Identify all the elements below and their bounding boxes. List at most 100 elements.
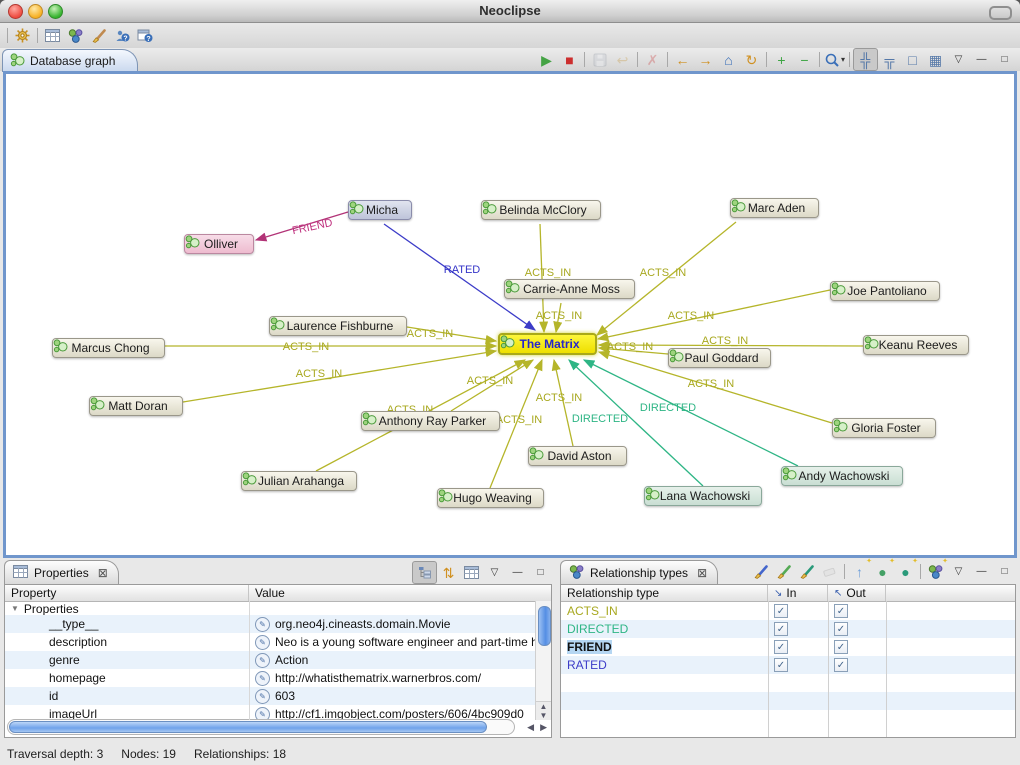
toolbar-toggle-pill[interactable]	[989, 6, 1012, 20]
toolbar-separator	[920, 564, 921, 579]
graph-node-belinda-mcclory[interactable]: Belinda McClory	[481, 200, 601, 220]
sort-icon[interactable]: ⇅	[437, 562, 460, 583]
expander-icon[interactable]: ▼	[11, 604, 19, 613]
checkbox-checked[interactable]: ✓	[774, 622, 788, 636]
checkbox-checked[interactable]: ✓	[834, 604, 848, 618]
maximize-icon[interactable]: □	[993, 49, 1016, 70]
minimize-icon[interactable]: —	[970, 49, 993, 70]
checkbox-checked[interactable]: ✓	[774, 604, 788, 618]
minimize-icon[interactable]: —	[970, 561, 993, 582]
view-menu-icon[interactable]: ▽	[483, 562, 506, 583]
checkbox-checked[interactable]: ✓	[834, 640, 848, 654]
view-menu-icon[interactable]: ▽	[947, 561, 970, 582]
highlight-start-nodes-icon[interactable]	[772, 561, 795, 582]
add-start-node-icon[interactable]: ●✦	[871, 561, 894, 582]
property-row-__type__[interactable]: __type__ ✎org.neo4j.cineasts.domain.Movi…	[5, 615, 551, 633]
stop-icon[interactable]: ■	[558, 49, 581, 70]
close-icon[interactable]: ⊠	[697, 566, 707, 580]
decorate-icon[interactable]	[87, 25, 110, 46]
graph-node-lana-wachowski[interactable]: Lana Wachowski	[644, 486, 762, 506]
minimize-icon[interactable]: —	[506, 562, 529, 583]
graph-node-micha[interactable]: Micha	[348, 200, 412, 220]
edge-label-acts_in: ACTS_IN	[283, 341, 330, 353]
relationship-types-view-icon[interactable]	[64, 25, 87, 46]
column-value[interactable]: Value	[249, 585, 551, 601]
properties-horizontal-scrollbar[interactable]	[7, 719, 515, 735]
zoom-out-icon[interactable]: −	[793, 49, 816, 70]
column-in[interactable]: ↘In	[768, 585, 828, 601]
graph-canvas[interactable]: ACTS_INACTS_INACTS_INACTS_INACTS_INACTS_…	[3, 71, 1017, 558]
graph-node-marcus-chong[interactable]: Marcus Chong	[52, 338, 165, 358]
properties-vertical-scrollbar[interactable]: ▲▼	[535, 601, 551, 720]
start-icon[interactable]: ▶	[535, 49, 558, 70]
graph-edge-rated[interactable]	[384, 224, 535, 330]
graph-node-david-aston[interactable]: David Aston	[528, 446, 627, 466]
column-property[interactable]: Property	[5, 585, 249, 601]
graph-node-marc-aden[interactable]: Marc Aden	[730, 198, 819, 218]
graph-node-laurence-fishburne[interactable]: Laurence Fishburne	[269, 316, 407, 336]
filter-table-icon[interactable]	[460, 562, 483, 583]
tab-relationship-types[interactable]: Relationship types ⊠	[560, 560, 718, 585]
view-menu-icon[interactable]: ▽	[947, 49, 970, 70]
checkbox-checked[interactable]: ✓	[774, 640, 788, 654]
graph-node-julian-arahanga[interactable]: Julian Arahanga	[241, 471, 357, 491]
spring-layout-icon[interactable]: ╬	[853, 48, 878, 71]
edge-label-directed: DIRECTED	[572, 413, 628, 425]
graph-node-matt-doran[interactable]: Matt Doran	[89, 396, 183, 416]
graph-node-keanu-reeves[interactable]: Keanu Reeves	[863, 335, 969, 355]
graph-node-hugo-weaving[interactable]: Hugo Weaving	[437, 488, 544, 508]
property-row-homepage[interactable]: homepage ✎http://whatisthematrix.warnerb…	[5, 669, 551, 687]
relationship-row-acts_in[interactable]: ACTS_IN ✓ ✓	[561, 602, 1015, 620]
column-out[interactable]: ↖Out	[828, 585, 886, 601]
checkbox-checked[interactable]: ✓	[834, 622, 848, 636]
graph-node-the-matrix[interactable]: The Matrix	[498, 333, 597, 355]
toolbar-separator	[844, 564, 845, 579]
tab-database-graph[interactable]: Database graph	[2, 49, 138, 72]
property-row-id[interactable]: id ✎603	[5, 687, 551, 705]
dynamic-help-icon[interactable]: ?	[133, 25, 156, 46]
zoom-in-icon[interactable]: +	[770, 49, 793, 70]
help-contents-icon[interactable]: ?	[110, 25, 133, 46]
add-end-node-icon[interactable]: ●✦	[894, 561, 917, 582]
node-label: Micha	[366, 203, 398, 217]
refresh-icon[interactable]: ↻	[740, 49, 763, 70]
relationship-row-directed[interactable]: DIRECTED ✓ ✓	[561, 620, 1015, 638]
main-toolbar: ??	[0, 23, 1020, 48]
checkbox-checked[interactable]: ✓	[834, 658, 848, 672]
column-relationship-type[interactable]: Relationship type	[561, 585, 768, 601]
graph-node-gloria-foster[interactable]: Gloria Foster	[832, 418, 936, 438]
back-icon[interactable]: ←	[671, 49, 694, 70]
home-icon[interactable]: ⌂	[717, 49, 740, 70]
highlight-end-nodes-icon[interactable]	[795, 561, 818, 582]
graph-node-anthony-ray-parker[interactable]: Anthony Ray Parker	[361, 411, 500, 431]
property-row-genre[interactable]: genre ✎Action	[5, 651, 551, 669]
property-row-description[interactable]: description ✎Neo is a young software eng…	[5, 633, 551, 651]
property-category-row[interactable]: ▼Properties	[5, 602, 551, 615]
empty-row	[561, 692, 1015, 710]
relationship-row-friend[interactable]: FRIEND ✓ ✓	[561, 638, 1015, 656]
close-icon[interactable]: ⊠	[98, 566, 108, 580]
relationship-row-rated[interactable]: RATED ✓ ✓	[561, 656, 1015, 674]
graph-node-olliver[interactable]: Olliver	[184, 234, 254, 254]
graph-node-andy-wachowski[interactable]: Andy Wachowski	[781, 466, 903, 486]
highlight-relationships-icon[interactable]	[749, 561, 772, 582]
properties-view-icon[interactable]	[41, 25, 64, 46]
graph-node-carrie-anne-moss[interactable]: Carrie-Anne Moss	[504, 279, 635, 299]
maximize-icon[interactable]: □	[529, 562, 552, 583]
scroll-arrows[interactable]: ◀▶	[527, 719, 547, 735]
show-categories-icon[interactable]	[412, 561, 437, 584]
forward-icon[interactable]: →	[694, 49, 717, 70]
preferences-gear-icon[interactable]	[11, 25, 34, 46]
table-icon	[13, 565, 28, 581]
graph-node-paul-goddard[interactable]: Paul Goddard	[668, 348, 771, 368]
add-relationship-icon[interactable]: ↑✦	[848, 561, 871, 582]
marquee-layout-icon[interactable]: □	[901, 49, 924, 70]
zoom-tool-icon[interactable]: ▾	[823, 49, 846, 70]
tree-layout-icon[interactable]: ╦	[878, 49, 901, 70]
grid-layout-icon[interactable]: ▦	[924, 49, 947, 70]
checkbox-checked[interactable]: ✓	[774, 658, 788, 672]
maximize-icon[interactable]: □	[993, 561, 1016, 582]
new-relationship-type-icon[interactable]: ✦	[924, 561, 947, 582]
graph-node-joe-pantoliano[interactable]: Joe Pantoliano	[830, 281, 940, 301]
tab-properties[interactable]: Properties ⊠	[4, 560, 119, 585]
